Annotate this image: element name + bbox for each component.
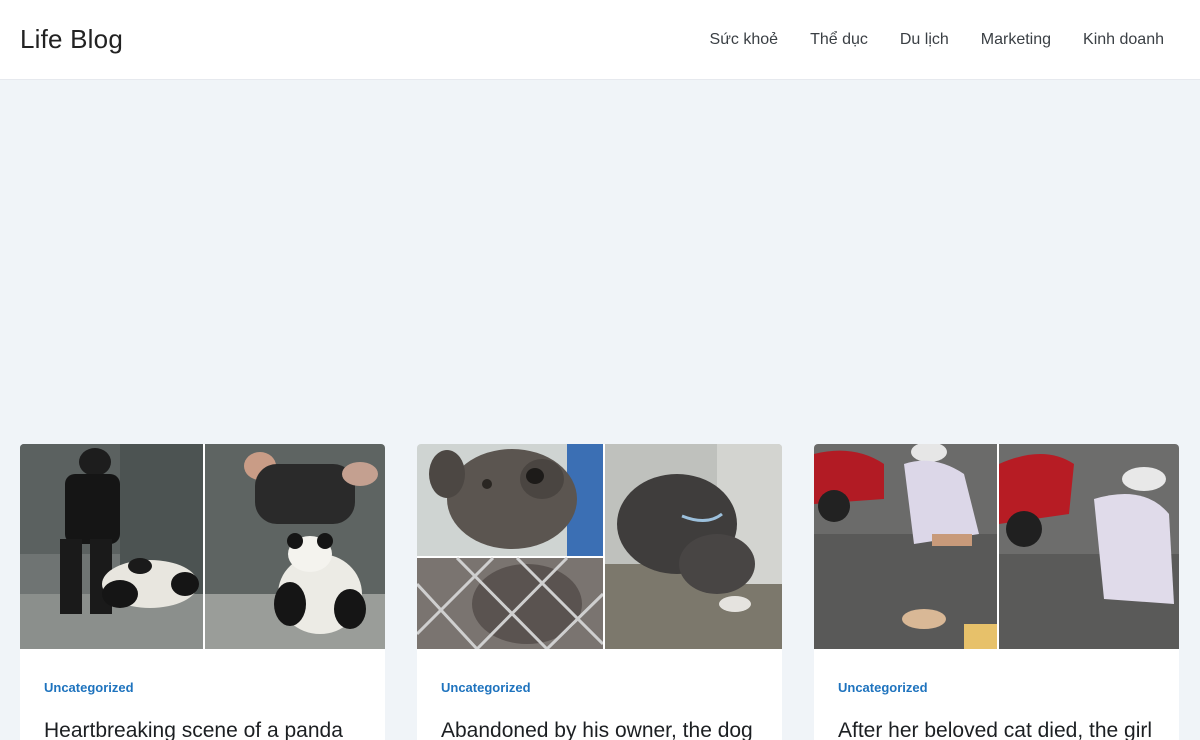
nav-item-the-duc[interactable]: Thể dục — [810, 31, 868, 49]
nav-item-du-lich[interactable]: Du lịch — [900, 31, 949, 49]
post-card: Uncategorized After her beloved cat died… — [814, 444, 1179, 740]
post-thumbnail[interactable] — [814, 444, 1179, 649]
dog-photo — [417, 444, 782, 649]
site-logo[interactable]: Life Blog — [20, 24, 123, 55]
post-category-link[interactable]: Uncategorized — [441, 680, 531, 695]
post-category-link[interactable]: Uncategorized — [838, 680, 928, 695]
post-grid: Uncategorized Heartbreaking scene of a p… — [0, 444, 1200, 740]
post-thumbnail[interactable] — [417, 444, 782, 649]
post-card: Uncategorized Heartbreaking scene of a p… — [20, 444, 385, 740]
post-card: Uncategorized Abandoned by his owner, th… — [417, 444, 782, 740]
post-category-link[interactable]: Uncategorized — [44, 680, 134, 695]
post-thumbnail[interactable] — [20, 444, 385, 649]
post-title[interactable]: After her beloved cat died, the girl — [838, 717, 1155, 740]
post-title[interactable]: Heartbreaking scene of a panda — [44, 717, 361, 740]
nav-item-suc-khoe[interactable]: Sức khoẻ — [710, 31, 779, 49]
panda-photo — [20, 444, 385, 649]
post-title[interactable]: Abandoned by his owner, the dog — [441, 717, 758, 740]
ad-space — [0, 80, 1200, 444]
main-nav: Sức khoẻ Thể dục Du lịch Marketing Kinh … — [678, 31, 1180, 49]
site-header: Life Blog Sức khoẻ Thể dục Du lịch Marke… — [0, 0, 1200, 80]
nav-item-kinh-doanh[interactable]: Kinh doanh — [1083, 31, 1164, 49]
nav-item-marketing[interactable]: Marketing — [981, 31, 1051, 49]
girl-cat-photo — [814, 444, 1179, 649]
